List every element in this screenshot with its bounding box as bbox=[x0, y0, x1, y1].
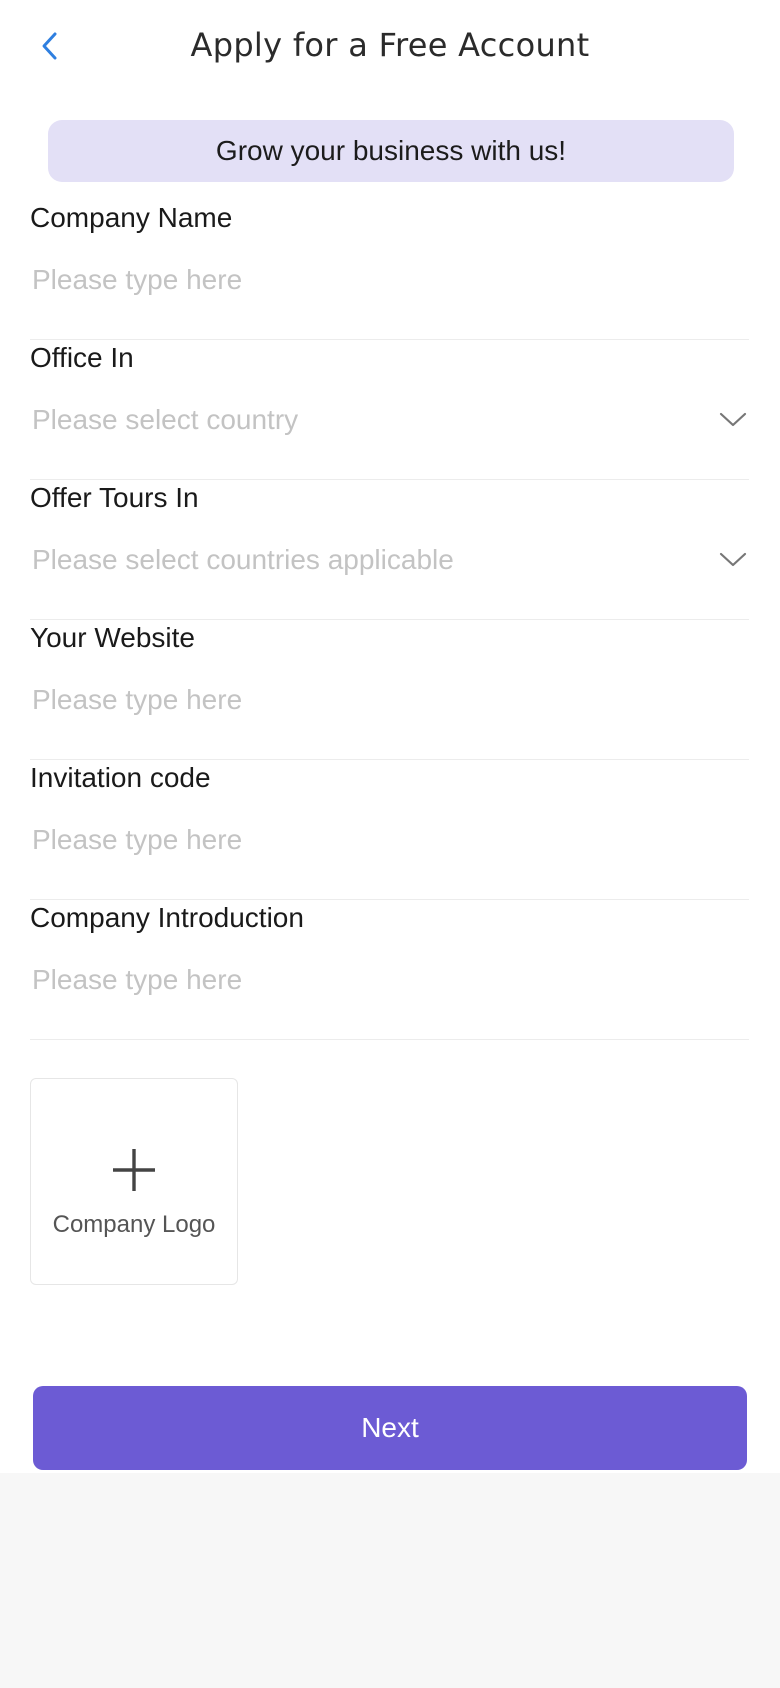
company-logo-upload[interactable]: Company Logo bbox=[30, 1078, 238, 1285]
company-name-input[interactable] bbox=[32, 258, 722, 302]
page-title: Apply for a Free Account bbox=[190, 26, 590, 64]
invitation-code-label: Invitation code bbox=[30, 762, 211, 793]
next-button[interactable]: Next bbox=[33, 1386, 747, 1470]
chevron-down-icon bbox=[717, 404, 749, 436]
company-logo-label: Company Logo bbox=[52, 1211, 216, 1238]
company-intro-label: Company Introduction bbox=[30, 902, 304, 933]
office-in-label: Office In bbox=[30, 342, 134, 373]
company-name-label: Company Name bbox=[30, 202, 233, 233]
office-in-placeholder: Please select country bbox=[32, 404, 299, 435]
website-input[interactable] bbox=[32, 678, 722, 722]
website-label: Your Website bbox=[30, 622, 195, 653]
website-field: Your Website bbox=[30, 620, 749, 760]
company-name-field: Company Name bbox=[30, 200, 749, 340]
invitation-code-input[interactable] bbox=[32, 818, 722, 862]
company-intro-field: Company Introduction bbox=[30, 900, 749, 1040]
promo-banner: Grow your business with us! bbox=[48, 120, 734, 182]
office-in-select[interactable]: Office In Please select country bbox=[30, 340, 749, 480]
offer-tours-in-placeholder: Please select countries applicable bbox=[32, 544, 454, 575]
header: Apply for a Free Account bbox=[0, 0, 780, 92]
plus-icon bbox=[113, 1149, 155, 1191]
offer-tours-in-select[interactable]: Offer Tours In Please select countries a… bbox=[30, 480, 749, 620]
company-intro-input[interactable] bbox=[32, 958, 722, 1002]
invitation-code-field: Invitation code bbox=[30, 760, 749, 900]
offer-tours-in-label: Offer Tours In bbox=[30, 482, 199, 513]
page: Apply for a Free Account Grow your busin… bbox=[0, 0, 780, 1473]
chevron-down-icon bbox=[717, 544, 749, 576]
